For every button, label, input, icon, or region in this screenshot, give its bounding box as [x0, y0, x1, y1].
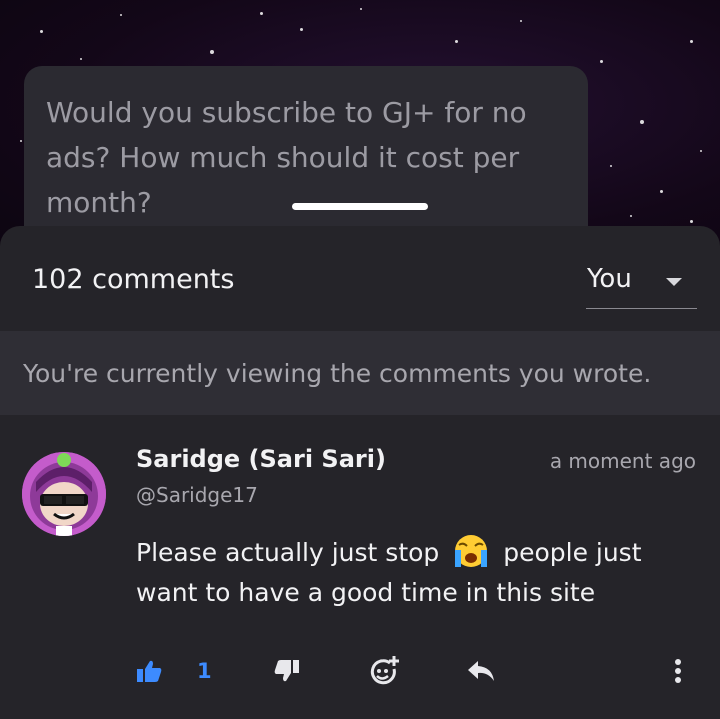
filter-notice-text: You're currently viewing the comments yo…	[23, 359, 652, 388]
comment-body-part1: Please actually just stop	[136, 538, 440, 567]
filter-selected-value: You	[587, 264, 632, 294]
more-options-button[interactable]	[674, 653, 690, 693]
comment-filter-select[interactable]: You	[586, 256, 697, 309]
comments-header: 102 comments You	[0, 226, 720, 331]
comment-actions: 1	[0, 653, 720, 703]
like-count: 1	[197, 659, 212, 683]
comment-timestamp: a moment ago	[549, 449, 696, 473]
sheet-drag-handle[interactable]	[292, 203, 428, 210]
more-vertical-icon	[674, 658, 682, 688]
reply-icon	[466, 659, 496, 687]
comment-count: 102 comments	[32, 264, 235, 295]
react-button[interactable]	[368, 653, 402, 693]
loudly-crying-face-icon	[451, 533, 491, 569]
comment-author-name[interactable]: Saridge (Sari Sari)	[136, 445, 386, 473]
add-emoji-icon	[368, 655, 400, 691]
thumbs-down-icon	[274, 659, 300, 687]
like-button[interactable]	[136, 653, 166, 693]
comment-body: Please actually just stop people just wa…	[136, 533, 696, 613]
thumbs-up-icon	[136, 659, 162, 687]
dislike-button[interactable]	[274, 653, 304, 693]
comment-author-handle[interactable]: @Saridge17	[136, 483, 258, 507]
comment-item: Saridge (Sari Sari) @Saridge17 a moment …	[0, 415, 720, 719]
comments-sheet: 102 comments You You're currently viewin…	[0, 226, 720, 719]
avatar[interactable]	[22, 452, 106, 536]
caret-down-icon	[666, 278, 682, 286]
reply-button[interactable]	[466, 653, 498, 693]
filter-notice: You're currently viewing the comments yo…	[0, 331, 720, 415]
